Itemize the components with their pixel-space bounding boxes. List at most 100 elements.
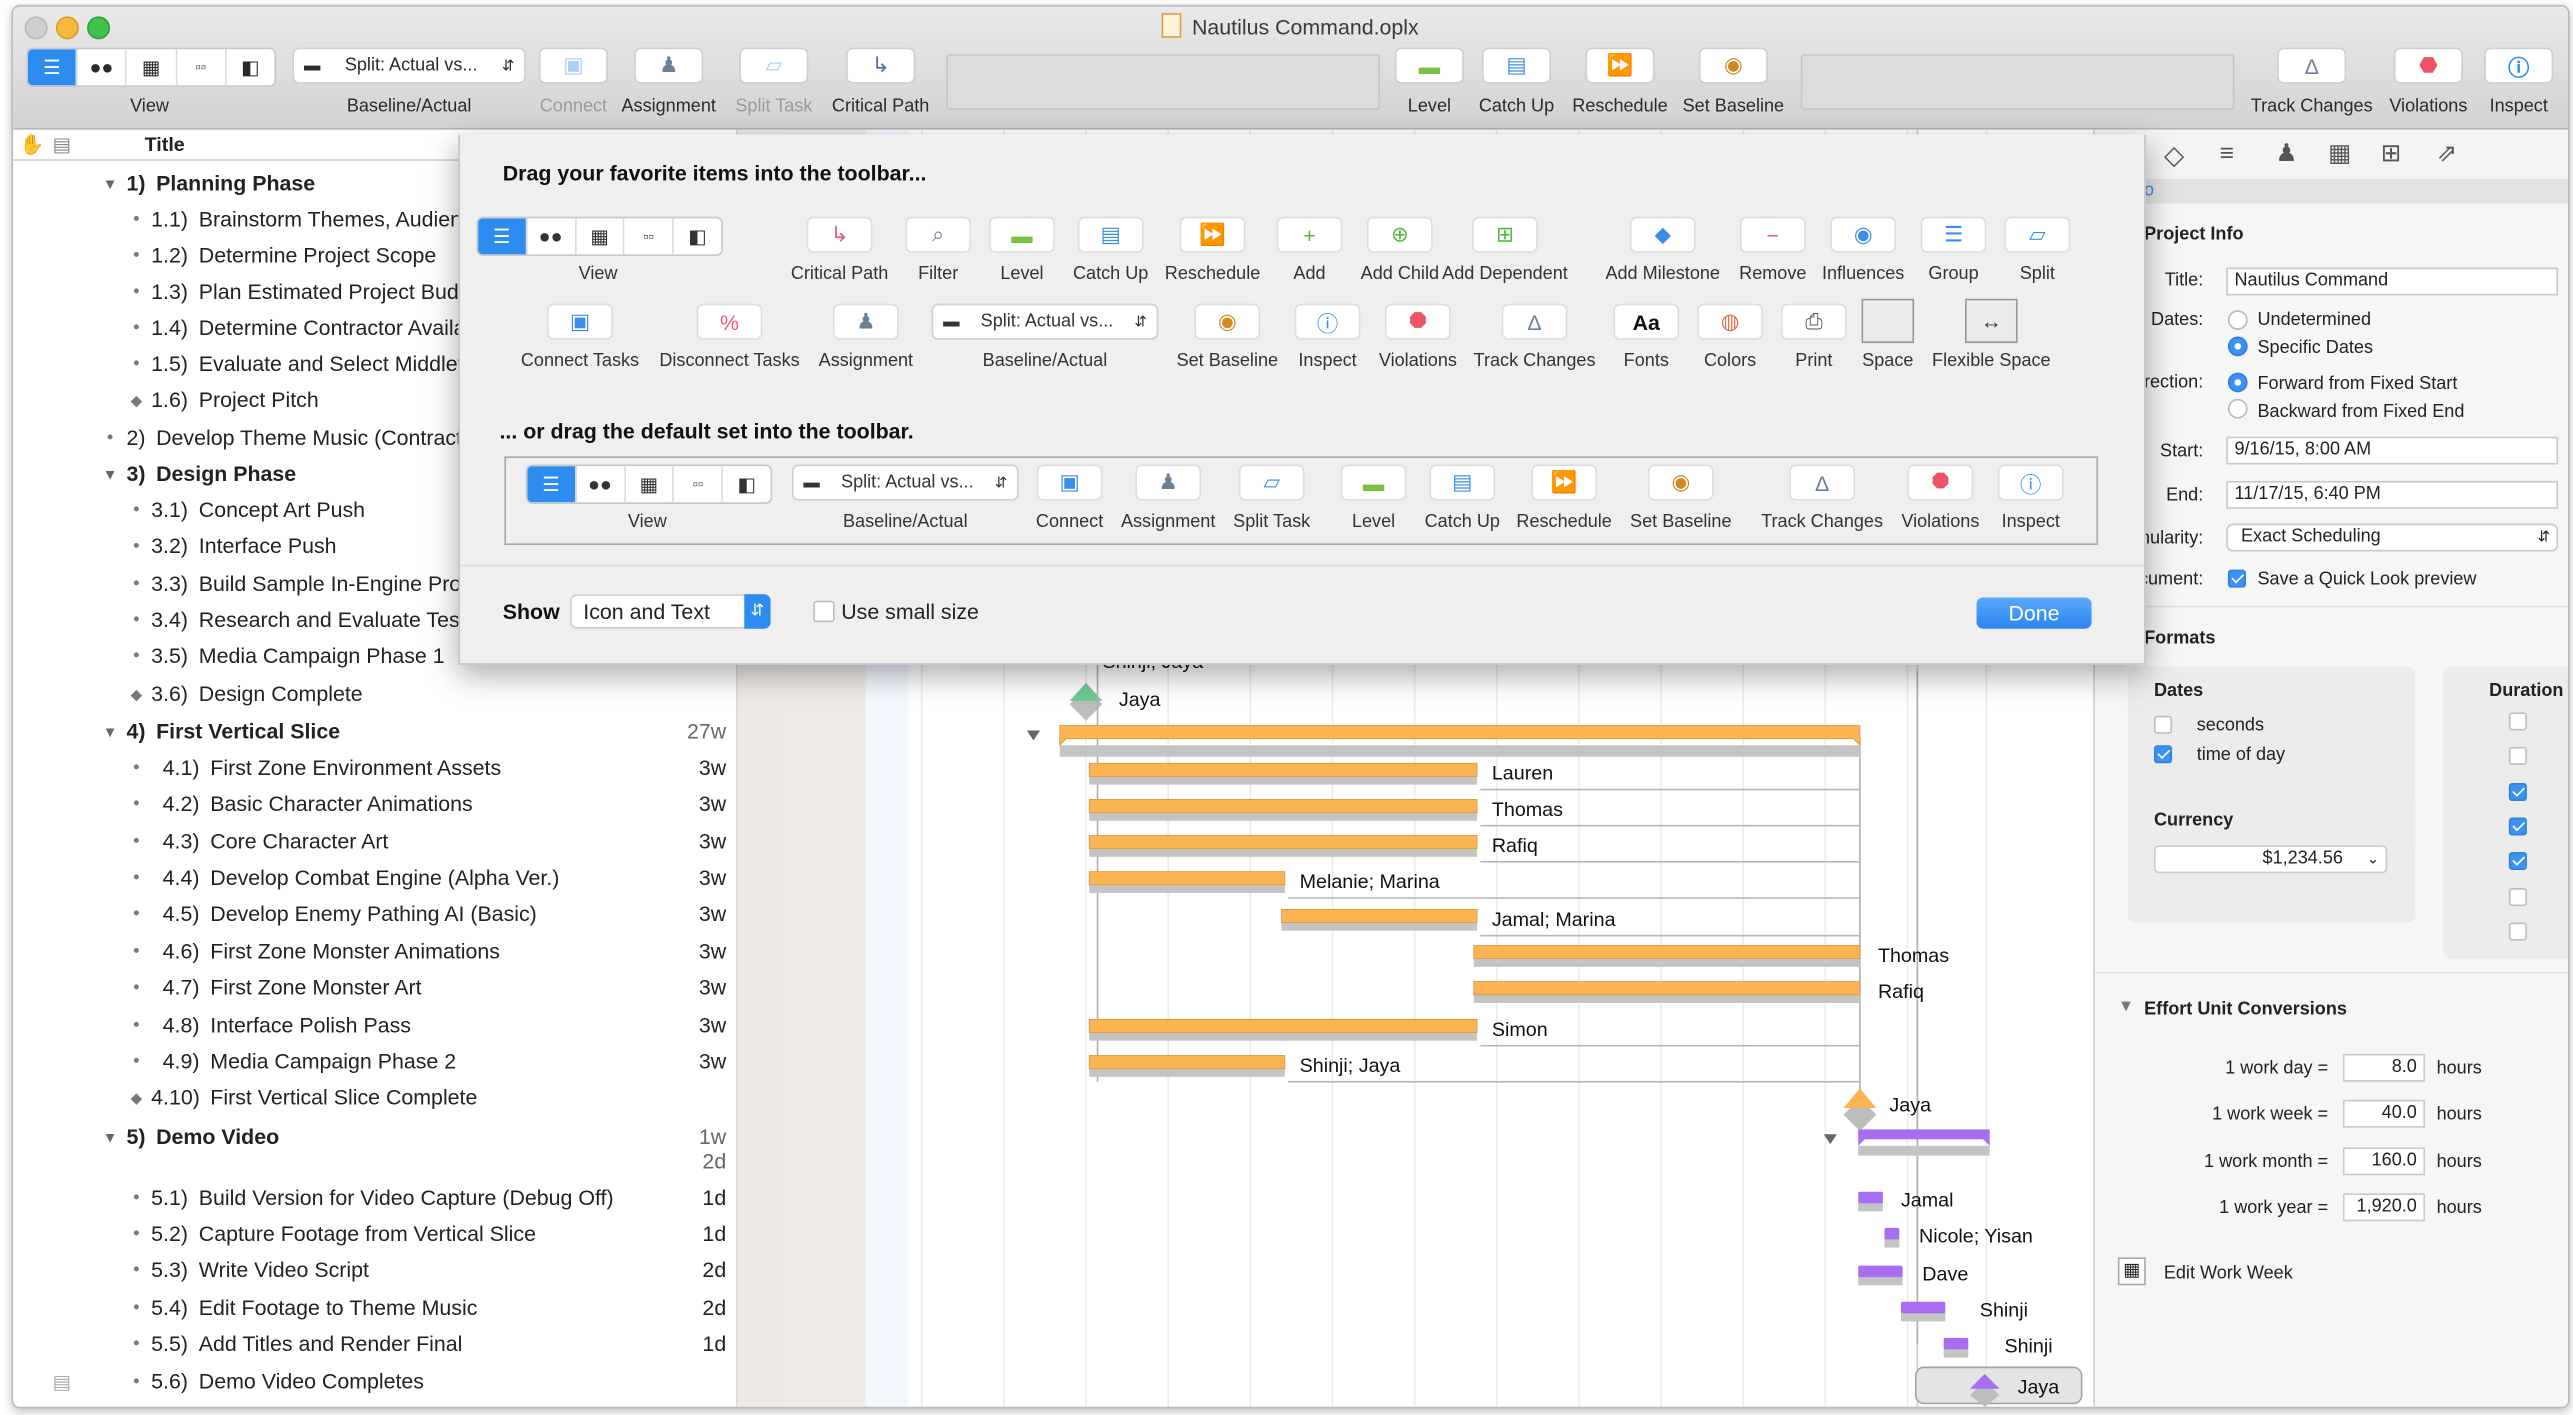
duration-weeks-checkbox[interactable]	[2508, 852, 2527, 871]
outline-row[interactable]: ● 4.4) Develop Combat Engine (Alpha Ver.) 3…	[13, 860, 736, 896]
row-title[interactable]: Core Character Art	[210, 824, 691, 860]
edit-work-week-label[interactable]: Edit Work Week	[2164, 1264, 2293, 1284]
row-title[interactable]: Develop Enemy Pathing AI (Basic)	[210, 896, 691, 932]
end-date-field[interactable]: 11/17/15, 6:40 PM	[2226, 480, 2559, 509]
palette-item-colors[interactable]: ◍ Colors	[1697, 303, 1763, 371]
quicklook-checkbox[interactable]	[2227, 569, 2246, 588]
disclosure-triangle-icon[interactable]: ▼	[2118, 998, 2134, 1016]
task-bar[interactable]	[1884, 1227, 1900, 1240]
row-title[interactable]: Interface Polish Pass	[210, 1008, 691, 1044]
row-title[interactable]: Develop Combat Engine (Alpha Ver.)	[210, 860, 691, 896]
row-title[interactable]: Build Version for Video Capture (Debug O…	[199, 1180, 692, 1216]
toolbar-violations[interactable]: ⬣ Violations	[2389, 47, 2467, 117]
outline-row[interactable]: ● 5.6) Demo Video Completes	[13, 1364, 736, 1400]
row-title[interactable]: First Vertical Slice Complete	[210, 1080, 741, 1116]
dates-time-of-day-checkbox[interactable]	[2153, 745, 2173, 764]
toolbar-assignment[interactable]: ♟ Assignment	[621, 47, 716, 117]
palette-item-reschedule[interactable]: ⏩ Reschedule	[1165, 216, 1260, 284]
conversion-value-field[interactable]: 1,920.0	[2342, 1193, 2426, 1222]
currency-combo[interactable]: $1,234.56 ⌄	[2153, 845, 2388, 874]
baseline-popup[interactable]: ▬ Split: Actual vs... ⇵	[292, 47, 526, 84]
row-title[interactable]: Design Complete	[199, 676, 741, 712]
duration-minutes-checkbox[interactable]	[2508, 747, 2527, 766]
toolbar-reschedule[interactable]: ⏩ Reschedule	[1572, 47, 1668, 117]
palette-item-print[interactable]: ⎙ Print	[1781, 303, 1847, 371]
direction-backward-radio[interactable]	[2227, 398, 2248, 419]
view-resource-icon[interactable]: ●●	[78, 49, 128, 86]
palette-item-view[interactable]: ☰ ●● ▦ ▫▫ ◧ View	[476, 216, 723, 284]
row-duration[interactable]: 3w	[699, 970, 726, 1006]
styles-tab-icon[interactable]: ▦	[2328, 138, 2351, 168]
palette-item-disconnect-tasks[interactable]: % Disconnect Tasks	[659, 303, 800, 371]
duration-years-checkbox[interactable]	[2508, 922, 2527, 941]
palette-item-group[interactable]: ☰ Group	[1920, 216, 1987, 284]
palette-item-add[interactable]: + Add	[1276, 216, 1343, 284]
palette-item-add-child[interactable]: ⊕ Add Child	[1361, 216, 1439, 284]
outline-row[interactable]: ● 5.2) Capture Footage from Vertical Slice…	[13, 1216, 736, 1252]
group-summary-bar[interactable]	[1858, 1129, 1990, 1146]
toolbar-level[interactable]: ▬ Level	[1394, 47, 1464, 117]
direction-forward-radio[interactable]	[2227, 372, 2248, 393]
duration-hours-checkbox[interactable]	[2508, 782, 2527, 801]
palette-item-space[interactable]: Space	[1855, 298, 1921, 371]
disclosure-triangle-icon[interactable]: ▼	[99, 714, 122, 750]
row-title[interactable]: Edit Footage to Theme Music	[199, 1290, 692, 1326]
palette-item-fonts[interactable]: Aa Fonts	[1613, 303, 1680, 371]
row-title[interactable]: First Zone Monster Art	[210, 970, 691, 1006]
palette-item-add-dependent[interactable]: ⊞ Add Dependent	[1442, 216, 1568, 284]
task-bar[interactable]	[1088, 1055, 1286, 1070]
palette-item-level[interactable]: ▬ Level	[989, 216, 1055, 284]
palette-item-violations[interactable]: ⯃ Violations	[1379, 303, 1457, 371]
palette-item-inspect[interactable]: ⓘ Inspect	[1294, 303, 1361, 371]
row-duration[interactable]: 3w	[699, 786, 726, 822]
task-bar[interactable]	[1858, 1265, 1903, 1278]
view-calendar-icon[interactable]: ▦	[127, 49, 177, 86]
view-gantt-icon[interactable]: ☰	[27, 49, 78, 86]
row-title[interactable]: Add Titles and Render Final	[199, 1326, 692, 1362]
task-bar[interactable]	[1473, 945, 1861, 960]
dates-undetermined-radio[interactable]	[2227, 310, 2248, 330]
title-field[interactable]: Nautilus Command	[2226, 267, 2559, 296]
row-duration[interactable]: 2d	[702, 1252, 726, 1288]
row-duration[interactable]: 1d	[702, 1216, 726, 1252]
palette-item-critical-path[interactable]: ↳ Critical Path	[791, 216, 888, 284]
outline-row[interactable]: ● 5.4) Edit Footage to Theme Music 2d	[13, 1290, 736, 1326]
outline-row[interactable]: ● 4.5) Develop Enemy Pathing AI (Basic) 3w	[13, 896, 736, 932]
palette-item-influences[interactable]: ◉ Influences	[1822, 216, 1904, 284]
disclosure-triangle-icon[interactable]: ▼	[99, 1120, 122, 1156]
duration-days-checkbox[interactable]	[2508, 817, 2527, 836]
outline-row[interactable]: ● 4.7) First Zone Monster Art 3w	[13, 970, 736, 1006]
outline-row[interactable]: ◆ 3.6) Design Complete	[13, 676, 736, 712]
palette-item-catch-up[interactable]: ▤ Catch Up	[1073, 216, 1148, 284]
show-popup[interactable]: Icon and Text ⇵	[570, 594, 771, 629]
task-bar[interactable]	[1473, 981, 1861, 996]
row-duration[interactable]: 3w	[699, 934, 726, 970]
task-bar[interactable]	[1281, 908, 1478, 923]
palette-item-remove[interactable]: − Remove	[1739, 216, 1806, 284]
task-bar[interactable]	[1088, 835, 1478, 850]
row-duration[interactable]: 3w	[699, 896, 726, 932]
row-title[interactable]: Basic Character Animations	[210, 786, 691, 822]
use-small-size-checkbox[interactable]	[813, 600, 835, 623]
task-tab-icon[interactable]: ≡	[2220, 140, 2234, 168]
palette-item-set-baseline[interactable]: ◉ Set Baseline	[1177, 303, 1278, 371]
group-summary-bar[interactable]	[1059, 725, 1861, 747]
task-bar[interactable]	[1858, 1191, 1883, 1204]
done-button[interactable]: Done	[1976, 597, 2092, 629]
outline-row[interactable]: ● 4.1) First Zone Environment Assets 3w	[13, 750, 736, 786]
chevron-down-icon[interactable]: ⌄	[2367, 847, 2379, 872]
conversion-value-field[interactable]: 160.0	[2342, 1146, 2426, 1175]
outline-group-row[interactable]: ▼ 5) Demo Video 1w 2d	[13, 1120, 736, 1173]
start-date-field[interactable]: 9/16/15, 8:00 AM	[2226, 436, 2559, 465]
disclosure-triangle-icon[interactable]: ▼	[99, 456, 122, 492]
row-duration[interactable]: 27w	[687, 714, 726, 750]
palette-item-filter[interactable]: ⌕ Filter	[905, 216, 972, 284]
outline-row[interactable]: ● 5.5) Add Titles and Render Final 1d	[13, 1326, 736, 1362]
palette-item-baseline-actual[interactable]: ▬ Split: Actual vs... ⇵ Baseline/Actual	[931, 303, 1159, 371]
outline-row[interactable]: ● 4.8) Interface Polish Pass 3w	[13, 1008, 736, 1044]
palette-item-assignment[interactable]: ♟ Assignment	[819, 303, 913, 371]
view-styles-icon[interactable]: ◧	[226, 49, 274, 85]
row-title[interactable]: First Zone Environment Assets	[210, 750, 691, 786]
row-title[interactable]: Demo Video	[156, 1120, 692, 1156]
row-duration[interactable]: 3w	[699, 860, 726, 896]
